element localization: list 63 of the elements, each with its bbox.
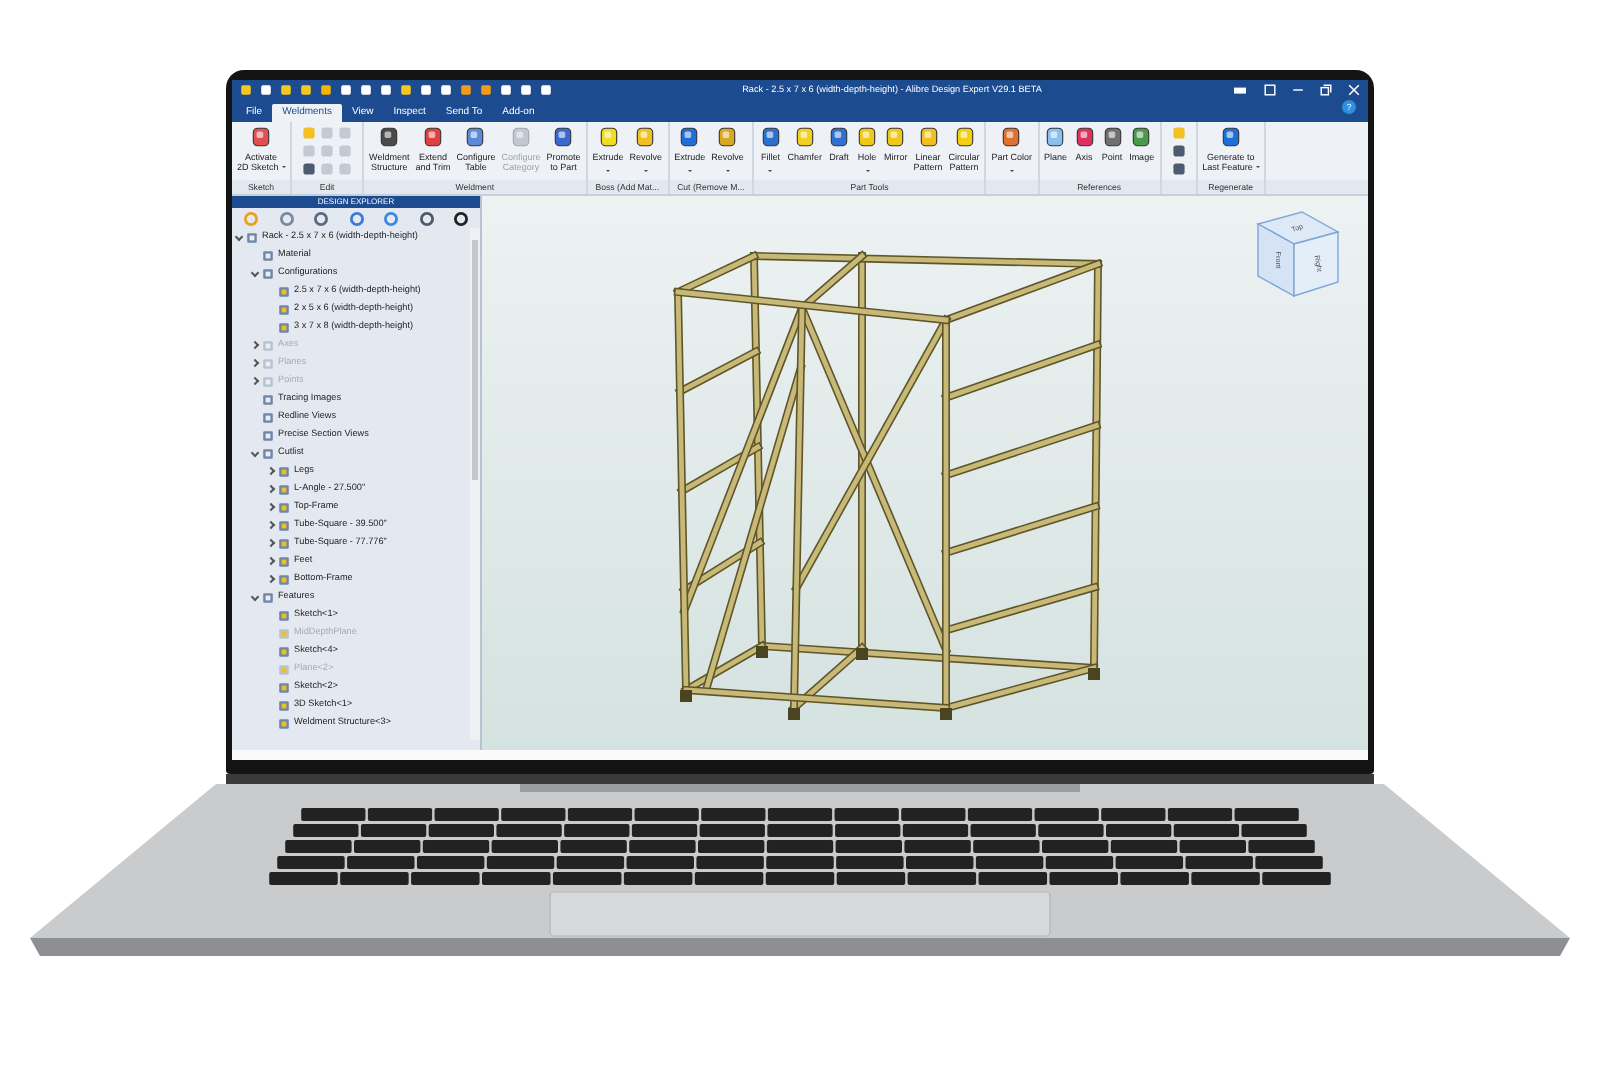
tree-node-icon xyxy=(278,573,290,585)
panel-icon[interactable] xyxy=(1264,84,1276,96)
tool-icon xyxy=(1073,126,1096,148)
tree-node-icon xyxy=(262,267,274,279)
tree-node-icon xyxy=(278,465,290,477)
tool-icon xyxy=(552,126,575,148)
tree-node-icon xyxy=(262,411,274,423)
close-icon[interactable] xyxy=(1348,84,1360,96)
tree-node-icon xyxy=(278,303,290,315)
tool-icon xyxy=(716,126,739,148)
tool-button[interactable] xyxy=(302,162,317,176)
tree-node-icon xyxy=(278,699,290,711)
tool-icon xyxy=(1044,126,1067,148)
trackpad[interactable] xyxy=(549,891,1051,937)
tree-node-icon xyxy=(262,339,274,351)
tree-node-icon xyxy=(262,357,274,369)
tree-node-icon xyxy=(278,321,290,333)
tree-node-icon xyxy=(262,393,274,405)
restore-icon[interactable] xyxy=(1320,84,1332,96)
tree-node-icon xyxy=(262,375,274,387)
tree-node-icon xyxy=(278,609,290,621)
tree-node-icon xyxy=(278,645,290,657)
tool-icon xyxy=(828,126,850,148)
tool-button[interactable] xyxy=(1171,144,1186,158)
tree-node-icon xyxy=(278,717,290,729)
tool-icon xyxy=(856,126,878,148)
tool-icon xyxy=(250,126,273,148)
tree-node-icon xyxy=(278,483,290,495)
tree-node-icon xyxy=(278,627,290,639)
tool-icon xyxy=(953,126,976,148)
scrollbar[interactable] xyxy=(470,228,480,740)
tree-node-icon xyxy=(278,663,290,675)
tree-node-icon xyxy=(246,231,258,243)
chevron-icon[interactable] xyxy=(250,268,260,278)
tool-icon xyxy=(1101,126,1124,148)
minimize-icon[interactable] xyxy=(1292,84,1304,96)
tree-node-icon xyxy=(278,537,290,549)
tool-icon xyxy=(421,126,444,148)
tool-icon xyxy=(634,126,657,148)
tool-icon xyxy=(917,126,939,148)
tool-icon xyxy=(464,126,487,148)
tree-node-icon xyxy=(262,429,274,441)
tree-node-icon xyxy=(262,447,274,459)
tool-button[interactable] xyxy=(1171,162,1186,176)
tool-icon xyxy=(510,126,532,148)
tool-icon xyxy=(1219,126,1242,148)
tool-icon xyxy=(1000,126,1023,148)
tree-node-icon xyxy=(278,501,290,513)
tool-icon xyxy=(597,126,620,148)
display-icon[interactable] xyxy=(1232,84,1248,96)
chevron-icon[interactable] xyxy=(234,232,244,242)
tree-node-icon xyxy=(278,285,290,297)
tree-node-icon xyxy=(262,591,274,603)
tool-icon xyxy=(378,126,401,148)
tree-node-icon xyxy=(278,681,290,693)
tree-node-icon xyxy=(278,555,290,567)
tool-icon xyxy=(884,126,907,148)
tree-node-icon xyxy=(262,249,274,261)
tool-icon xyxy=(759,126,782,148)
tool-icon xyxy=(793,126,816,148)
tool-icon xyxy=(1130,126,1153,148)
tool-icon xyxy=(678,126,701,148)
tree-node-icon xyxy=(278,519,290,531)
